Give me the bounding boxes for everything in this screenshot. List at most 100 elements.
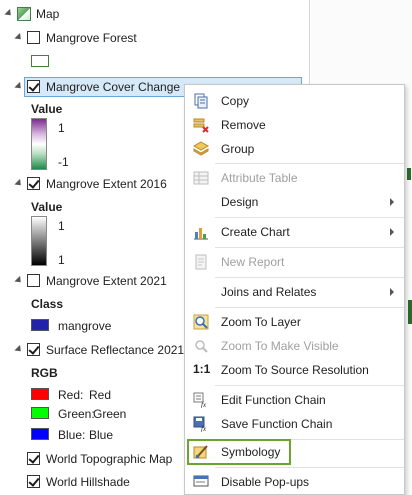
menu-separator [215,247,404,248]
layer-name-world-hillshade[interactable]: World Hillshade [46,475,130,489]
menu-item-disable-popups[interactable]: Disable Pop-ups [185,470,404,494]
menu-item-zoom-to-make-visible[interactable]: Zoom To Make Visible [185,334,404,358]
layer-name-world-topographic-map[interactable]: World Topographic Map [46,452,172,466]
layer-name-mangrove-cover-change[interactable]: Mangrove Cover Change [46,80,180,94]
menu-item-label: Symbology [221,445,281,459]
ramp-low-label: -1 [58,155,69,169]
band-label: Red: [58,388,84,402]
menu-item-create-chart[interactable]: Create Chart [185,220,404,244]
legend-swatch [31,55,49,67]
layer-visibility-checkbox[interactable] [27,274,40,287]
menu-item-label: Joins and Relates [221,285,317,299]
layer-visibility-checkbox[interactable] [27,177,40,190]
band-value: Green [93,407,127,421]
band-swatch-green [31,407,49,419]
submenu-arrow-icon [390,288,394,296]
chart-icon [194,228,208,240]
menu-item-label: Remove [221,118,266,132]
legend-title: RGB [31,366,58,380]
ramp-high-label: 1 [58,121,65,135]
menu-item-group[interactable]: Group [185,137,404,161]
map-icon [17,7,31,21]
symbology-icon [193,445,208,459]
menu-separator [215,217,404,218]
map-label: Map [36,7,60,21]
zoom-layer-icon [193,314,209,330]
submenu-arrow-icon [390,198,394,206]
menu-item-zoom-to-source-resolution[interactable]: 1:1 Zoom To Source Resolution [185,358,404,382]
menu-item-label: Create Chart [221,225,290,239]
menu-item-new-report[interactable]: New Report [185,250,404,274]
menu-item-label: Disable Pop-ups [221,475,310,489]
layer-name-surface-reflectance-2021[interactable]: Surface Reflectance 2021 [46,343,184,357]
menu-item-label: Save Function Chain [221,417,333,431]
layer-visibility-checkbox[interactable] [27,80,40,93]
menu-item-joins-and-relates[interactable]: Joins and Relates [185,280,404,304]
svg-text:fx: fx [201,425,207,432]
layer-expander-icon[interactable] [14,344,24,355]
report-icon [195,254,207,270]
band-label: Blue: [58,428,86,442]
svg-text:fx: fx [201,401,207,408]
menu-item-zoom-to-layer[interactable]: Zoom To Layer [185,310,404,334]
band-label: Green: [58,407,95,421]
legend-title: Value [31,102,63,116]
submenu-arrow-icon [390,228,394,236]
layer-visibility-checkbox[interactable] [27,31,40,44]
layer-expander-icon[interactable] [14,275,24,286]
color-ramp [31,118,47,170]
band-value: Blue [89,428,114,442]
menu-item-label: Group [221,142,255,156]
menu-separator [215,307,404,308]
band-swatch-blue [31,428,49,440]
layer-name-mangrove-extent-2021[interactable]: Mangrove Extent 2021 [46,274,167,288]
menu-item-label: Design [221,195,259,209]
group-icon [193,141,209,156]
save-function-icon: fx [193,416,207,432]
menu-item-label: Zoom To Source Resolution [221,363,369,377]
menu-item-label: Copy [221,94,250,108]
edit-function-icon: fx [193,392,207,408]
remove-icon [193,118,209,133]
menu-item-design[interactable]: Design [185,190,404,214]
layer-visibility-checkbox[interactable] [27,475,40,488]
one-to-one-icon: 1:1 [193,362,211,376]
attribute-table-icon [193,171,209,185]
menu-item-copy[interactable]: Copy [185,89,404,113]
menu-item-label: Edit Function Chain [221,393,326,407]
menu-separator [215,163,404,164]
menu-item-label: Attribute Table [221,171,298,185]
layer-expander-icon[interactable] [14,32,24,43]
copy-icon [194,93,208,109]
band-value: Red [89,388,112,402]
class-swatch [31,319,49,331]
ramp-low-label: 1 [58,253,65,267]
layer-expander-icon[interactable] [14,178,24,189]
layer-context-menu: Copy Remove Group Attribute Table Design [184,84,405,495]
ramp-high-label: 1 [58,219,65,233]
menu-item-edit-function-chain[interactable]: fx Edit Function Chain [185,388,404,412]
menu-item-label: New Report [221,255,285,269]
menu-item-label: Zoom To Make Visible [221,339,339,353]
layer-visibility-checkbox[interactable] [27,452,40,465]
legend-title: Class [31,297,64,311]
layer-expander-icon[interactable] [14,81,24,92]
map-feature [408,300,412,324]
menu-item-remove[interactable]: Remove [185,113,404,137]
map-feature [407,168,411,180]
color-ramp [31,216,47,266]
map-collapse-icon[interactable] [4,8,14,19]
menu-item-symbology[interactable]: Symbology [185,440,404,464]
menu-item-label: Zoom To Layer [221,315,301,329]
layer-visibility-checkbox[interactable] [27,343,40,356]
layer-name-mangrove-forest[interactable]: Mangrove Forest [46,31,137,45]
menu-separator [215,277,404,278]
zoom-visible-icon [195,340,208,353]
legend-title: Value [31,200,63,214]
band-swatch-red [31,388,49,400]
layer-name-mangrove-extent-2016[interactable]: Mangrove Extent 2016 [46,177,167,191]
menu-separator [215,385,404,386]
menu-separator [215,467,404,468]
menu-item-attribute-table[interactable]: Attribute Table [185,166,404,190]
menu-item-save-function-chain[interactable]: fx Save Function Chain [185,412,404,436]
